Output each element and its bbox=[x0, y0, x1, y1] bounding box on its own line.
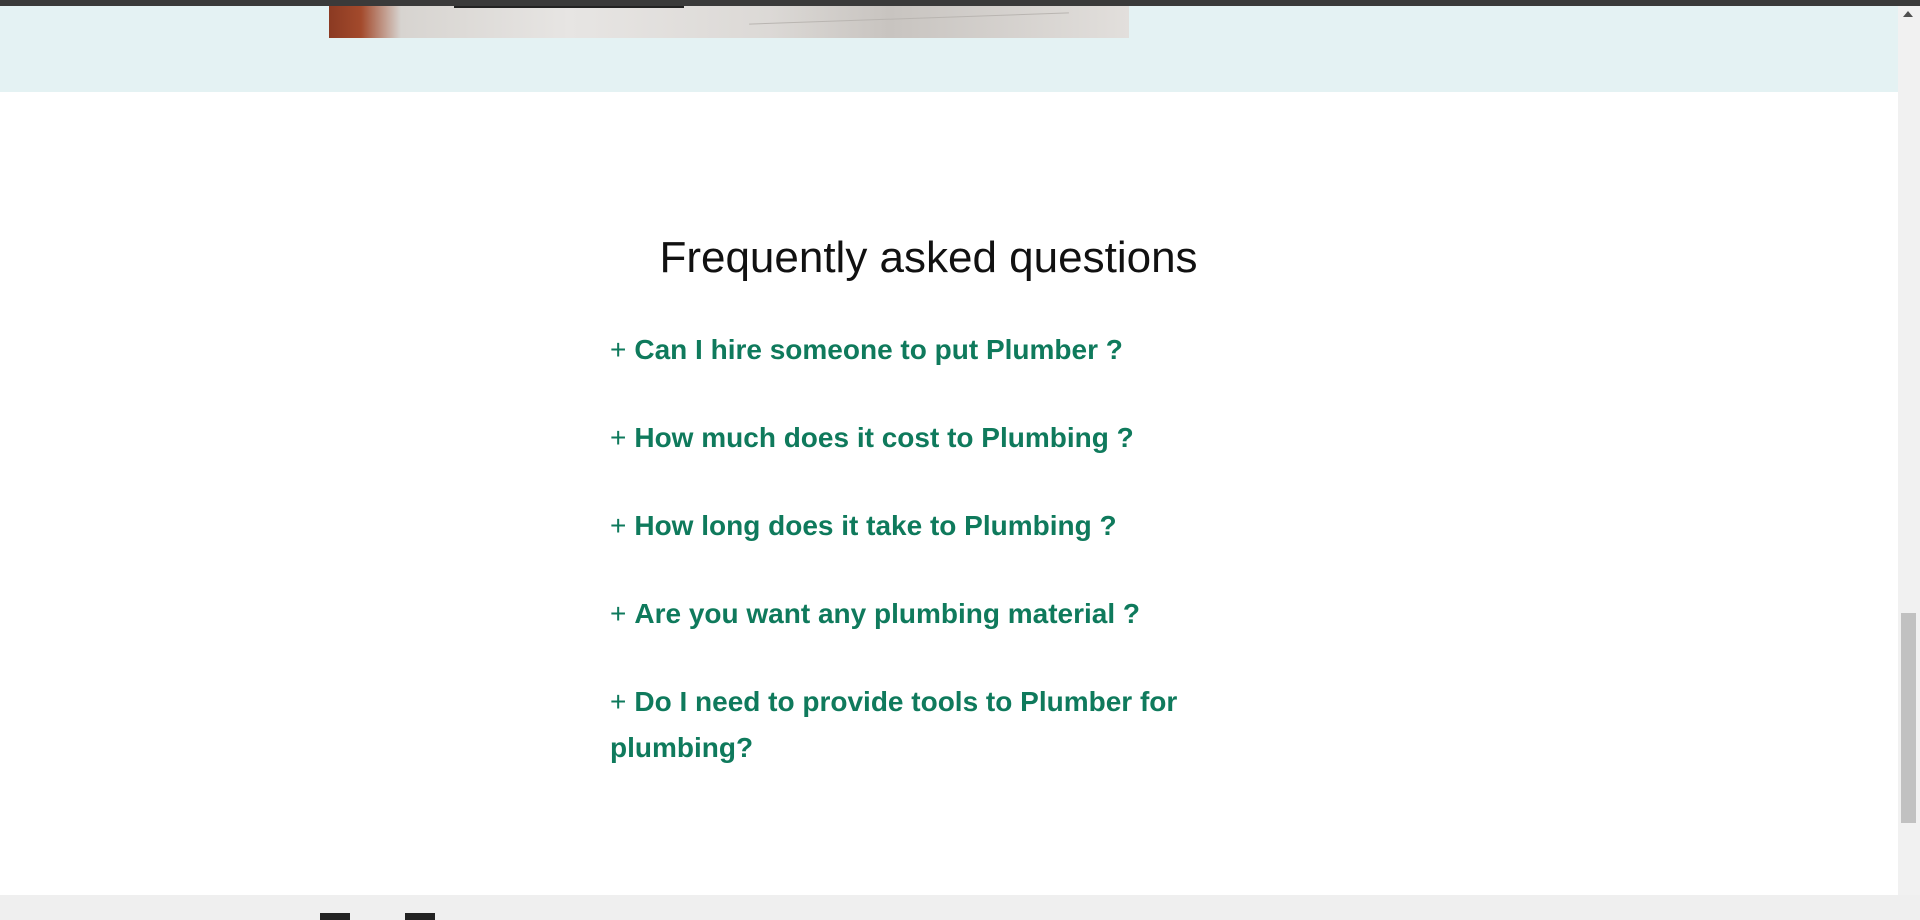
faq-question: Can I hire someone to put Plumber ? bbox=[634, 334, 1123, 365]
scrollbar-thumb[interactable] bbox=[1901, 613, 1916, 823]
faq-title: Frequently asked questions bbox=[659, 233, 1198, 282]
faq-question: How much does it cost to Plumbing ? bbox=[634, 422, 1134, 453]
hero-image bbox=[329, 6, 1129, 38]
faq-item[interactable]: + How long does it take to Plumbing ? bbox=[610, 503, 1240, 549]
scroll-up-arrow-icon[interactable] bbox=[1903, 11, 1913, 17]
faq-question: How long does it take to Plumbing ? bbox=[634, 510, 1117, 541]
faq-question: Are you want any plumbing material ? bbox=[634, 598, 1140, 629]
faq-item[interactable]: + How much does it cost to Plumbing ? bbox=[610, 415, 1240, 461]
faq-list: + Can I hire someone to put Plumber ? + Ho… bbox=[610, 327, 1240, 813]
vertical-scrollbar[interactable] bbox=[1898, 6, 1920, 895]
plus-icon: + bbox=[610, 334, 627, 365]
footer-section bbox=[0, 895, 1920, 920]
plus-icon: + bbox=[610, 686, 627, 717]
faq-question: Do I need to provide tools to Plumber fo… bbox=[610, 686, 1178, 763]
plus-icon: + bbox=[610, 598, 627, 629]
footer-icon bbox=[405, 913, 435, 920]
plus-icon: + bbox=[610, 422, 627, 453]
hero-section bbox=[0, 6, 1898, 92]
faq-section: Frequently asked questions + Can I hire s… bbox=[0, 92, 1898, 895]
faq-item[interactable]: + Can I hire someone to put Plumber ? bbox=[610, 327, 1240, 373]
faq-item[interactable]: + Are you want any plumbing material ? bbox=[610, 591, 1240, 637]
faq-item[interactable]: + Do I need to provide tools to Plumber f… bbox=[610, 679, 1240, 771]
plus-icon: + bbox=[610, 510, 627, 541]
footer-icon bbox=[320, 913, 350, 920]
